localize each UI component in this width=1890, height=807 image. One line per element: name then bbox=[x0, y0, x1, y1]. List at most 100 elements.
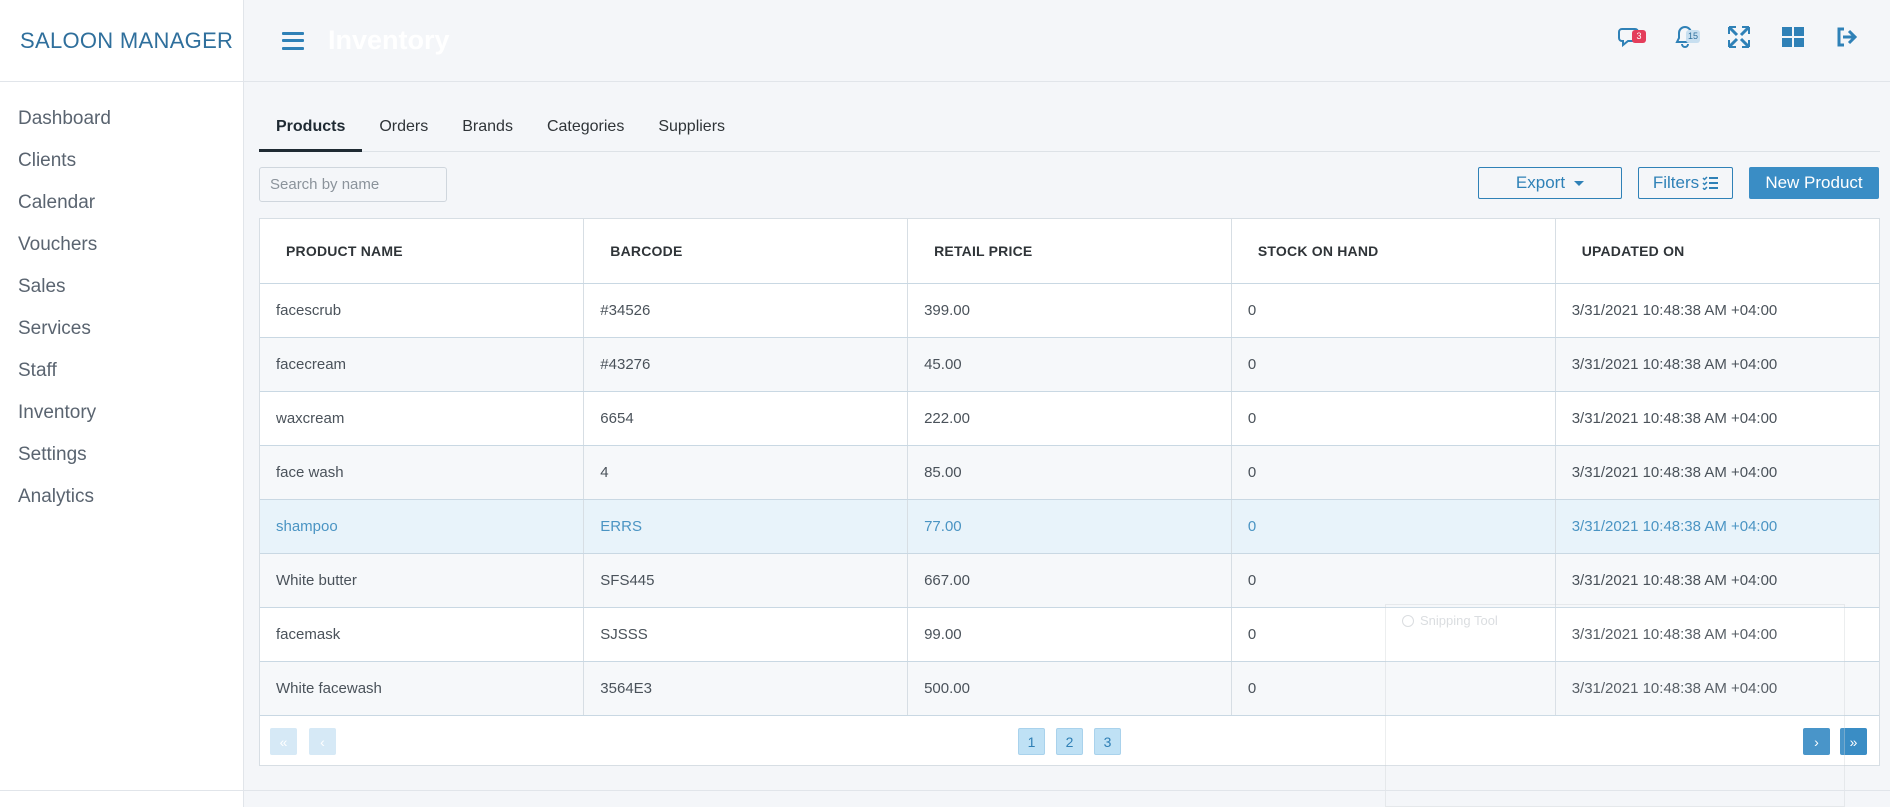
last-page-button[interactable]: » bbox=[1840, 728, 1867, 755]
new-product-button[interactable]: New Product bbox=[1749, 167, 1879, 199]
table-row[interactable]: White facewash 3564E3 500.00 0 3/31/2021… bbox=[260, 661, 1879, 716]
cell-stock: 0 bbox=[1231, 283, 1556, 338]
cell-product-name: facemask bbox=[260, 607, 585, 662]
table-row[interactable]: facecream #43276 45.00 0 3/31/2021 10:48… bbox=[260, 337, 1879, 392]
sidebar-item-clients[interactable]: Clients bbox=[0, 140, 243, 182]
table-row[interactable]: facescrub #34526 399.00 0 3/31/2021 10:4… bbox=[260, 283, 1879, 338]
chat-icon[interactable]: 3 bbox=[1618, 24, 1646, 50]
page-title: Inventory bbox=[328, 25, 450, 55]
menu-toggle-icon[interactable] bbox=[282, 31, 304, 50]
filters-button[interactable]: Filters bbox=[1638, 167, 1733, 199]
cell-product-name: White facewash bbox=[260, 661, 585, 716]
sidebar-item-vouchers[interactable]: Vouchers bbox=[0, 224, 243, 266]
cell-product-name: facecream bbox=[260, 337, 585, 392]
tab-brands[interactable]: Brands bbox=[445, 110, 530, 152]
cell-updated-on: 3/31/2021 10:48:38 AM +04:00 bbox=[1555, 283, 1879, 338]
column-header-retail-price[interactable]: RETAIL PRICE bbox=[907, 219, 1232, 284]
bell-icon[interactable]: 15 bbox=[1672, 24, 1701, 50]
tab-suppliers[interactable]: Suppliers bbox=[641, 110, 742, 152]
footer-divider bbox=[0, 790, 1890, 791]
column-header-stock-on-hand[interactable]: STOCK ON HAND bbox=[1231, 219, 1556, 284]
first-page-button[interactable]: « bbox=[270, 728, 297, 755]
cell-barcode: 3564E3 bbox=[583, 661, 909, 716]
cell-barcode: SJSSS bbox=[583, 607, 909, 662]
sidebar: SALOON MANAGER Dashboard Clients Calenda… bbox=[0, 0, 244, 807]
cell-barcode: 4 bbox=[583, 445, 909, 500]
cell-barcode: SFS445 bbox=[583, 553, 909, 608]
cell-updated-on: 3/31/2021 10:48:38 AM +04:00 bbox=[1555, 661, 1879, 716]
table-header-row: PRODUCT NAME BARCODE RETAIL PRICE STOCK … bbox=[260, 219, 1879, 284]
grid-icon[interactable] bbox=[1780, 24, 1806, 50]
pagination: « ‹ 1 2 3 › » bbox=[260, 717, 1879, 767]
table-row[interactable]: face wash 4 85.00 0 3/31/2021 10:48:38 A… bbox=[260, 445, 1879, 500]
cell-updated-on: 3/31/2021 10:48:38 AM +04:00 bbox=[1555, 445, 1879, 500]
tab-categories[interactable]: Categories bbox=[530, 110, 641, 152]
cell-product-name: White butter bbox=[260, 553, 585, 608]
cell-updated-on: 3/31/2021 10:48:38 AM +04:00 bbox=[1555, 337, 1879, 392]
cell-stock: 0 bbox=[1231, 337, 1556, 392]
filters-label: Filters bbox=[1652, 173, 1700, 192]
cell-product-name: facescrub bbox=[260, 283, 585, 338]
column-header-product-name[interactable]: PRODUCT NAME bbox=[260, 219, 585, 284]
app-brand[interactable]: SALOON MANAGER bbox=[0, 0, 243, 82]
cell-retail-price: 222.00 bbox=[907, 391, 1232, 446]
tab-orders[interactable]: Orders bbox=[362, 110, 445, 152]
sidebar-item-services[interactable]: Services bbox=[0, 308, 243, 350]
cell-stock: 0 bbox=[1231, 553, 1556, 608]
header-actions: 3 15 bbox=[1618, 24, 1860, 50]
cell-updated-on: 3/31/2021 10:48:38 AM +04:00 bbox=[1555, 499, 1879, 554]
column-header-barcode[interactable]: BARCODE bbox=[583, 219, 909, 284]
list-check-icon bbox=[1702, 176, 1719, 190]
export-label: Export bbox=[1515, 173, 1566, 192]
cell-product-name: face wash bbox=[260, 445, 585, 500]
tab-products[interactable]: Products bbox=[259, 110, 363, 152]
sidebar-item-dashboard[interactable]: Dashboard bbox=[0, 98, 243, 140]
notification-badge: 15 bbox=[1686, 30, 1701, 43]
sidebar-item-sales[interactable]: Sales bbox=[0, 266, 243, 308]
table-row[interactable]: facemask SJSSS 99.00 0 3/31/2021 10:48:3… bbox=[260, 607, 1879, 662]
products-table: PRODUCT NAME BARCODE RETAIL PRICE STOCK … bbox=[259, 218, 1880, 766]
sidebar-item-staff[interactable]: Staff bbox=[0, 350, 243, 392]
table-row-highlighted[interactable]: shampoo ERRS 77.00 0 3/31/2021 10:48:38 … bbox=[260, 499, 1879, 554]
export-button[interactable]: Export bbox=[1478, 167, 1622, 199]
column-header-updated-on[interactable]: UPADATED ON bbox=[1555, 219, 1879, 284]
sidebar-nav: Dashboard Clients Calendar Vouchers Sale… bbox=[0, 82, 243, 518]
next-page-button[interactable]: › bbox=[1803, 728, 1830, 755]
table-row[interactable]: White butter SFS445 667.00 0 3/31/2021 1… bbox=[260, 553, 1879, 608]
search-input[interactable] bbox=[259, 167, 447, 202]
fullscreen-icon[interactable] bbox=[1726, 24, 1752, 50]
logout-icon[interactable] bbox=[1834, 24, 1860, 50]
sidebar-item-settings[interactable]: Settings bbox=[0, 434, 243, 476]
cell-stock: 0 bbox=[1231, 499, 1556, 554]
page-2-button[interactable]: 2 bbox=[1056, 728, 1083, 755]
cell-retail-price: 45.00 bbox=[907, 337, 1232, 392]
cell-stock: 0 bbox=[1231, 445, 1556, 500]
chevron-down-icon bbox=[1574, 180, 1585, 186]
page-3-button[interactable]: 3 bbox=[1094, 728, 1121, 755]
cell-stock: 0 bbox=[1231, 607, 1556, 662]
cell-retail-price: 77.00 bbox=[907, 499, 1232, 554]
cell-stock: 0 bbox=[1231, 661, 1556, 716]
cell-barcode: 6654 bbox=[583, 391, 909, 446]
cell-retail-price: 399.00 bbox=[907, 283, 1232, 338]
chat-badge: 3 bbox=[1632, 30, 1646, 43]
top-header: Inventory 3 15 bbox=[244, 0, 1890, 82]
cell-updated-on: 3/31/2021 10:48:38 AM +04:00 bbox=[1555, 607, 1879, 662]
cell-retail-price: 500.00 bbox=[907, 661, 1232, 716]
table-row[interactable]: waxcream 6654 222.00 0 3/31/2021 10:48:3… bbox=[260, 391, 1879, 446]
inventory-tabs: Products Orders Brands Categories Suppli… bbox=[259, 110, 1880, 152]
cell-barcode: ERRS bbox=[583, 499, 909, 554]
prev-page-button[interactable]: ‹ bbox=[309, 728, 336, 755]
page-1-button[interactable]: 1 bbox=[1018, 728, 1045, 755]
cell-retail-price: 85.00 bbox=[907, 445, 1232, 500]
cell-retail-price: 667.00 bbox=[907, 553, 1232, 608]
cell-barcode: #43276 bbox=[583, 337, 909, 392]
cell-product-name: waxcream bbox=[260, 391, 585, 446]
cell-product-name: shampoo bbox=[260, 499, 585, 554]
cell-updated-on: 3/31/2021 10:48:38 AM +04:00 bbox=[1555, 391, 1879, 446]
cell-retail-price: 99.00 bbox=[907, 607, 1232, 662]
sidebar-item-analytics[interactable]: Analytics bbox=[0, 476, 243, 518]
sidebar-item-calendar[interactable]: Calendar bbox=[0, 182, 243, 224]
sidebar-item-inventory[interactable]: Inventory bbox=[0, 392, 243, 434]
cell-updated-on: 3/31/2021 10:48:38 AM +04:00 bbox=[1555, 553, 1879, 608]
